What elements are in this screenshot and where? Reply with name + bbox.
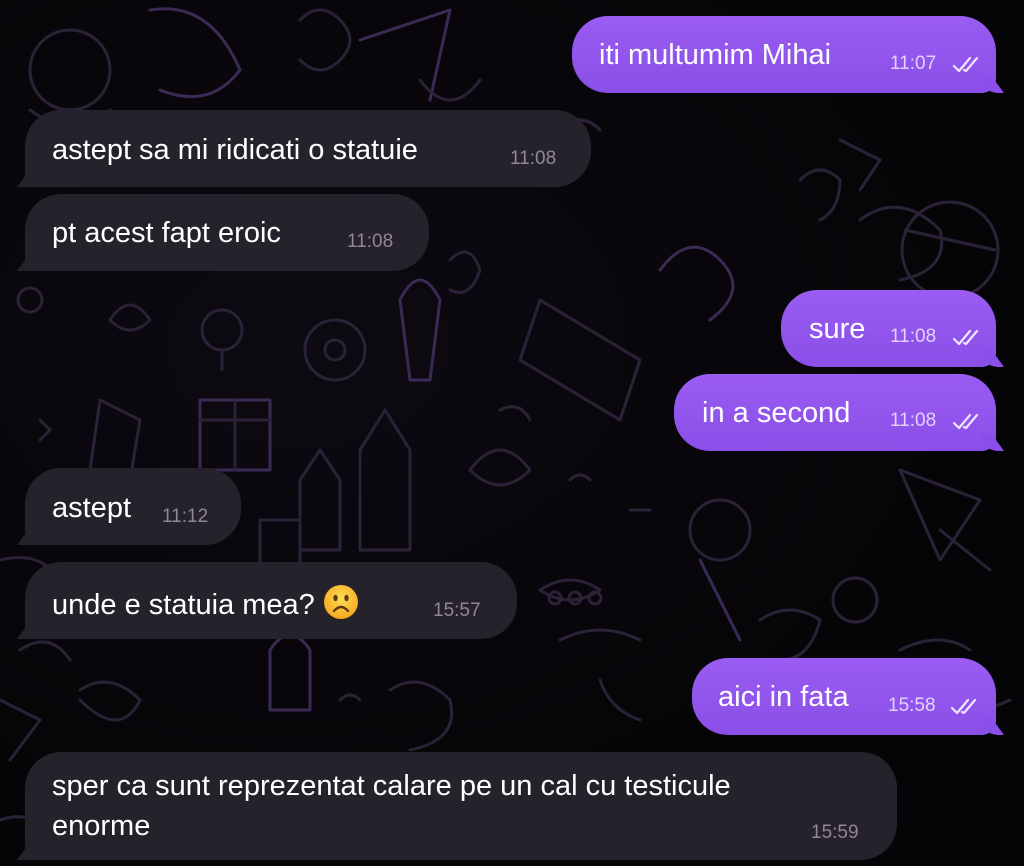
message-text-row: unde e statuia mea? — [52, 584, 359, 623]
outgoing-message-bubble[interactable]: aici in fata 15:58 — [692, 658, 996, 735]
message-text: astept — [52, 492, 131, 524]
double-check-read-icon — [950, 698, 977, 715]
incoming-message-bubble[interactable]: pt acest fapt eroic 11:08 — [25, 194, 429, 271]
message-text-line-2: enorme — [52, 810, 151, 842]
outgoing-message-bubble[interactable]: iti multumim Mihai 11:07 — [572, 16, 996, 93]
message-time: 11:08 — [510, 148, 557, 169]
chat-view: iti multumim Mihai 11:07 astept sa mi ri… — [0, 0, 1024, 866]
outgoing-message-bubble[interactable]: in a second 11:08 — [674, 374, 996, 451]
double-check-read-icon — [952, 413, 979, 430]
incoming-message-bubble[interactable]: sper ca sunt reprezentat calare pe un ca… — [25, 752, 897, 860]
message-time: 11:07 — [890, 53, 937, 74]
incoming-message-bubble[interactable]: astept 11:12 — [25, 468, 241, 545]
message-text-line-1: sper ca sunt reprezentat calare pe un ca… — [52, 770, 731, 802]
outgoing-message-bubble[interactable]: sure 11:08 — [781, 290, 996, 367]
message-time: 11:08 — [890, 410, 937, 431]
message-text: iti multumim Mihai — [599, 39, 832, 71]
message-text: astept sa mi ridicati o statuie — [52, 134, 418, 166]
message-text: aici in fata — [718, 681, 849, 713]
incoming-message-bubble[interactable]: astept sa mi ridicati o statuie 11:08 — [25, 110, 591, 187]
message-text: unde e statuia mea? — [52, 589, 315, 621]
message-time: 11:08 — [890, 326, 937, 347]
message-time: 15:58 — [888, 695, 936, 716]
message-text: in a second — [702, 397, 851, 429]
frowning-face-emoji-icon — [323, 585, 358, 619]
message-time: 11:08 — [347, 231, 394, 252]
message-text: pt acest fapt eroic — [52, 217, 281, 249]
message-time: 15:59 — [811, 822, 859, 843]
message-time: 11:12 — [162, 506, 209, 527]
message-text: sure — [809, 313, 866, 345]
double-check-read-icon — [952, 56, 979, 73]
double-check-read-icon — [952, 329, 979, 346]
incoming-message-bubble[interactable]: unde e statuia mea? 15:57 — [25, 562, 517, 639]
message-time: 15:57 — [433, 600, 481, 621]
